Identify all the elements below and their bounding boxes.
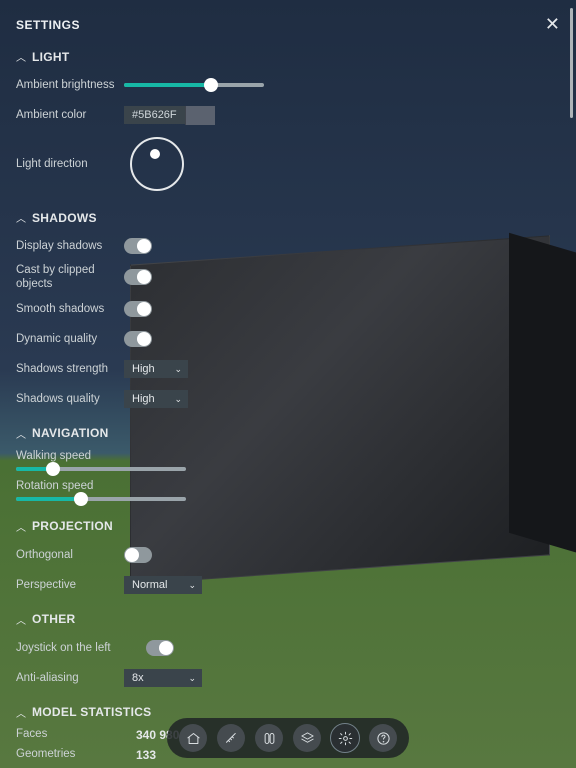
geometries-label: Geometries <box>16 748 136 762</box>
panel-title: SETTINGS <box>16 18 80 32</box>
geometries-value: 133 <box>136 748 156 762</box>
chevron-down-icon: ⌄ <box>174 394 182 405</box>
ambient-color-label: Ambient color <box>16 108 124 122</box>
orthogonal-label: Orthogonal <box>16 548 124 562</box>
shadows-quality-label: Shadows quality <box>16 392 124 406</box>
anti-aliasing-value: 8x <box>132 672 144 684</box>
orthogonal-toggle[interactable] <box>124 547 152 563</box>
perspective-label: Perspective <box>16 578 124 592</box>
perspective-value: Normal <box>132 579 167 591</box>
layers-icon <box>300 731 315 746</box>
close-icon[interactable]: ✕ <box>545 14 560 35</box>
chevron-up-icon: ︿ <box>16 210 26 225</box>
chevron-up-icon: ︿ <box>16 612 26 627</box>
section-navigation-header[interactable]: ︿ NAVIGATION <box>16 426 560 441</box>
chevron-down-icon: ⌄ <box>188 673 196 684</box>
section-light-title: LIGHT <box>32 50 70 64</box>
chevron-up-icon: ︿ <box>16 49 26 64</box>
joystick-left-toggle[interactable] <box>146 640 174 656</box>
measure-button[interactable] <box>217 724 245 752</box>
perspective-select[interactable]: Normal ⌄ <box>124 576 202 594</box>
dynamic-quality-label: Dynamic quality <box>16 332 124 346</box>
section-other-title: OTHER <box>32 612 76 626</box>
anti-aliasing-label: Anti-aliasing <box>16 671 124 685</box>
smooth-shadows-label: Smooth shadows <box>16 302 124 316</box>
help-button[interactable] <box>369 724 397 752</box>
cast-clipped-toggle[interactable] <box>124 269 152 285</box>
section-shadows-header[interactable]: ︿ SHADOWS <box>16 210 560 225</box>
display-shadows-toggle[interactable] <box>124 238 152 254</box>
walking-speed-slider[interactable] <box>16 467 186 471</box>
walking-speed-label: Walking speed <box>16 449 91 463</box>
light-direction-label: Light direction <box>16 157 124 171</box>
bottom-toolbar <box>167 718 409 758</box>
chevron-up-icon: ︿ <box>16 705 26 720</box>
section-projection-title: PROJECTION <box>32 519 113 533</box>
viewport: SETTINGS ✕ ︿ LIGHT Ambient brightness Am… <box>0 0 576 768</box>
chevron-down-icon: ⌄ <box>188 580 196 591</box>
shadows-strength-label: Shadows strength <box>16 362 124 376</box>
rotation-speed-slider[interactable] <box>16 497 186 501</box>
section-icon <box>262 731 277 746</box>
shadows-quality-value: High <box>132 393 155 405</box>
rotation-speed-label: Rotation speed <box>16 479 93 493</box>
shadows-quality-select[interactable]: High ⌄ <box>124 390 188 408</box>
display-shadows-label: Display shadows <box>16 239 124 253</box>
chevron-up-icon: ︿ <box>16 519 26 534</box>
faces-label: Faces <box>16 728 136 742</box>
gear-icon <box>338 731 353 746</box>
ambient-color-field[interactable]: #5B626F <box>124 106 215 125</box>
section-other-header[interactable]: ︿ OTHER <box>16 612 560 627</box>
home-button[interactable] <box>179 724 207 752</box>
joystick-left-label: Joystick on the left <box>16 641 146 655</box>
home-icon <box>186 731 201 746</box>
smooth-shadows-toggle[interactable] <box>124 301 152 317</box>
section-shadows-title: SHADOWS <box>32 211 97 225</box>
layers-button[interactable] <box>293 724 321 752</box>
section-stats-title: MODEL STATISTICS <box>32 705 151 719</box>
help-icon <box>376 731 391 746</box>
shadows-strength-select[interactable]: High ⌄ <box>124 360 188 378</box>
settings-button[interactable] <box>331 724 359 752</box>
cast-clipped-label: Cast by clipped objects <box>16 263 124 292</box>
measure-icon <box>224 731 239 746</box>
anti-aliasing-select[interactable]: 8x ⌄ <box>124 669 202 687</box>
chevron-up-icon: ︿ <box>16 426 26 441</box>
ambient-color-swatch[interactable] <box>185 106 215 125</box>
dynamic-quality-toggle[interactable] <box>124 331 152 347</box>
shadows-strength-value: High <box>132 363 155 375</box>
section-projection-header[interactable]: ︿ PROJECTION <box>16 519 560 534</box>
light-direction-dial[interactable] <box>130 137 184 191</box>
section-navigation-title: NAVIGATION <box>32 426 109 440</box>
ambient-color-hex[interactable]: #5B626F <box>124 106 185 124</box>
section-light-header[interactable]: ︿ LIGHT <box>16 49 560 64</box>
ambient-brightness-slider[interactable] <box>124 83 264 87</box>
section-button[interactable] <box>255 724 283 752</box>
chevron-down-icon: ⌄ <box>174 364 182 375</box>
settings-panel: SETTINGS ✕ ︿ LIGHT Ambient brightness Am… <box>0 0 576 768</box>
ambient-brightness-label: Ambient brightness <box>16 78 124 92</box>
